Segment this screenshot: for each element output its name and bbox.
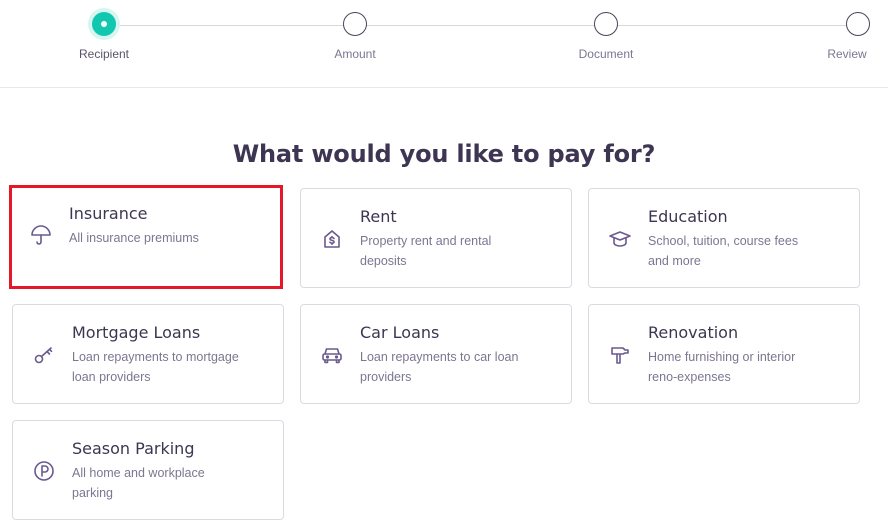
card-description: Property rent and rental deposits bbox=[360, 234, 492, 268]
step-recipient[interactable]: Recipient bbox=[44, 12, 164, 61]
graduation-cap-icon bbox=[608, 227, 632, 251]
step-document[interactable]: Document bbox=[546, 12, 666, 61]
category-card-rent[interactable]: Rent Property rent and rental deposits bbox=[300, 188, 572, 288]
step-review[interactable]: Review bbox=[798, 12, 888, 61]
step-label: Recipient bbox=[78, 47, 130, 61]
card-description: All insurance premiums bbox=[69, 231, 199, 245]
parking-icon bbox=[32, 459, 56, 483]
category-card-insurance[interactable]: Insurance All insurance premiums bbox=[9, 185, 283, 289]
house-dollar-icon bbox=[320, 227, 344, 251]
category-card-renovation[interactable]: Renovation Home furnishing or interior r… bbox=[588, 304, 860, 404]
step-indicator bbox=[846, 12, 870, 36]
step-label: Document bbox=[578, 47, 634, 61]
step-indicator bbox=[343, 12, 367, 36]
card-title: Renovation bbox=[648, 323, 739, 342]
key-icon bbox=[32, 343, 56, 367]
step-indicator-active bbox=[92, 12, 116, 36]
car-icon bbox=[320, 343, 344, 367]
stepper-track bbox=[104, 25, 858, 26]
card-description: Loan repayments to mortgage loan provide… bbox=[72, 350, 239, 384]
step-label: Review bbox=[827, 47, 867, 61]
category-card-education[interactable]: Education School, tuition, course fees a… bbox=[588, 188, 860, 288]
progress-stepper: Recipient Amount Document Review bbox=[0, 0, 888, 88]
card-title: Rent bbox=[360, 207, 397, 226]
card-description: Loan repayments to car loan providers bbox=[360, 350, 519, 384]
card-title: Mortgage Loans bbox=[72, 323, 201, 342]
step-amount[interactable]: Amount bbox=[295, 12, 415, 61]
card-title: Insurance bbox=[69, 204, 148, 223]
card-title: Education bbox=[648, 207, 728, 226]
card-description: All home and workplace parking bbox=[72, 466, 205, 500]
category-card-season-parking[interactable]: Season Parking All home and workplace pa… bbox=[12, 420, 284, 520]
umbrella-icon bbox=[29, 224, 53, 248]
step-indicator bbox=[594, 12, 618, 36]
card-title: Season Parking bbox=[72, 439, 195, 458]
hammer-icon bbox=[608, 343, 632, 367]
card-description: Home furnishing or interior reno-expense… bbox=[648, 350, 796, 384]
card-description: School, tuition, course fees and more bbox=[648, 234, 799, 268]
step-label: Amount bbox=[334, 47, 376, 61]
category-card-mortgage-loans[interactable]: Mortgage Loans Loan repayments to mortga… bbox=[12, 304, 284, 404]
page-title: What would you like to pay for? bbox=[232, 140, 656, 168]
category-card-car-loans[interactable]: Car Loans Loan repayments to car loan pr… bbox=[300, 304, 572, 404]
card-title: Car Loans bbox=[360, 323, 440, 342]
